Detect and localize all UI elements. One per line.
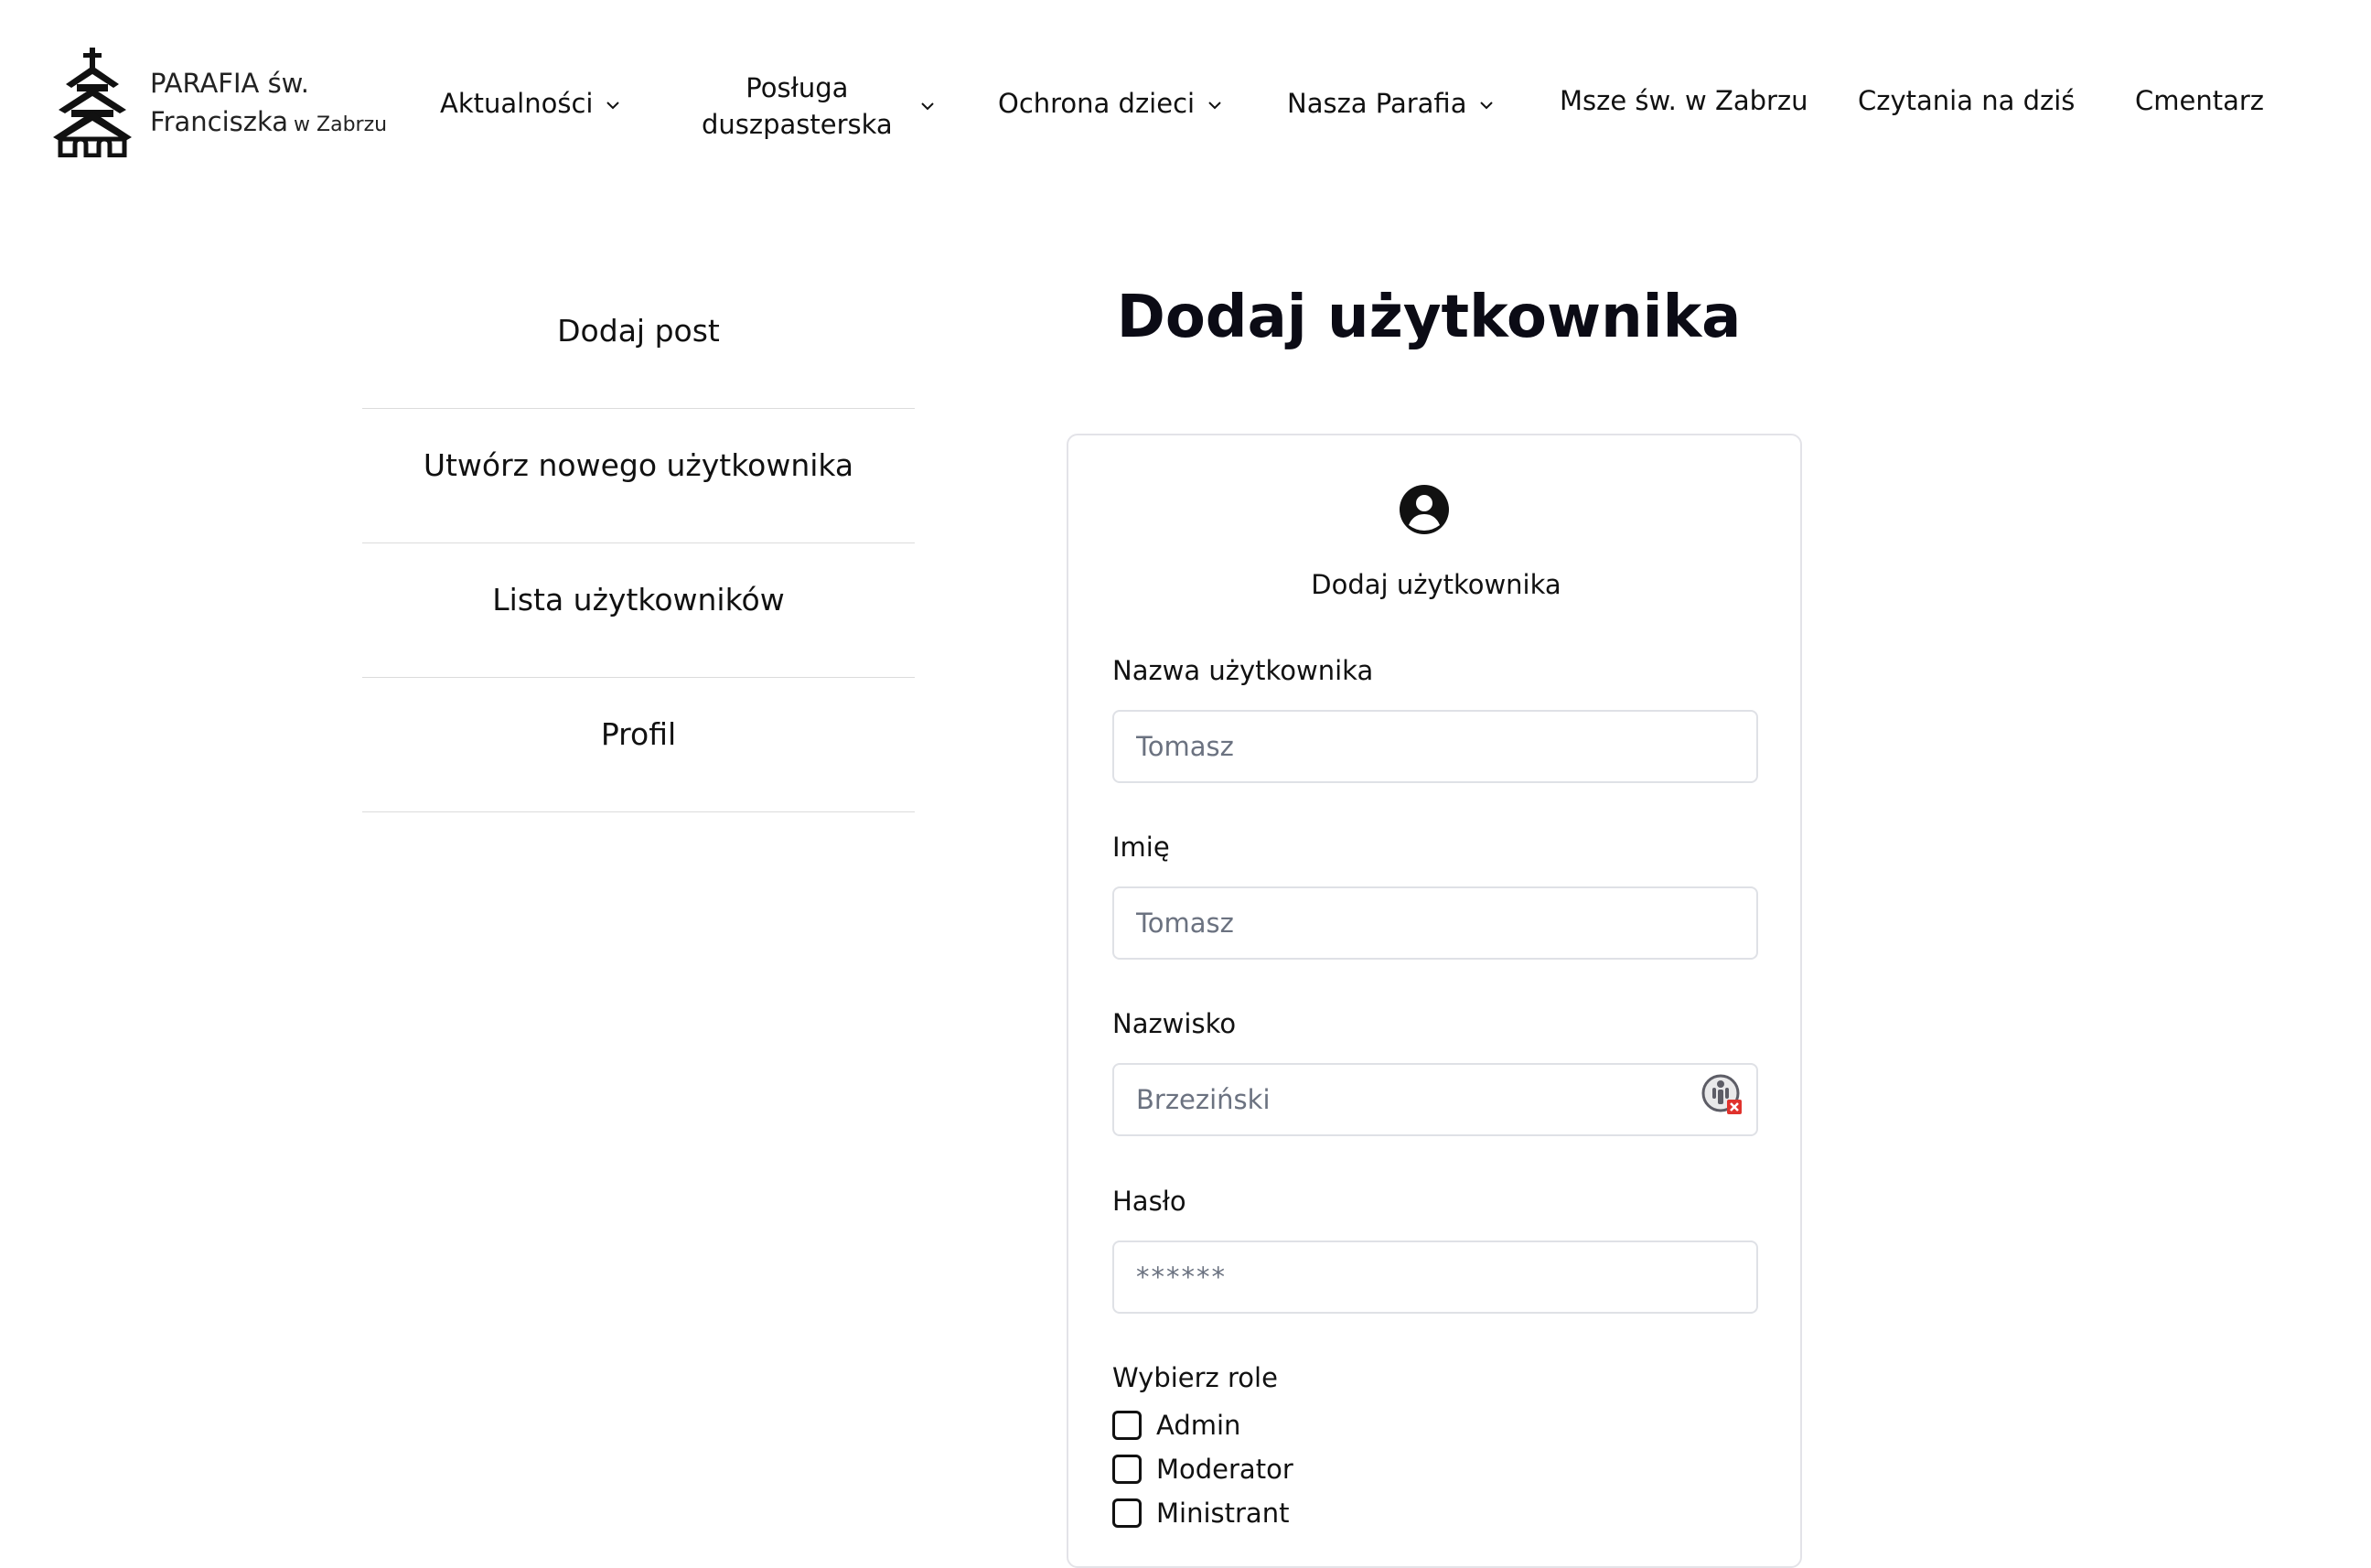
nav-posluga-line2: duszpasterska xyxy=(702,109,893,140)
ministrant-checkbox-label[interactable]: Ministrant xyxy=(1156,1498,1289,1529)
nav-aktualnosci[interactable]: Aktualności xyxy=(440,88,620,119)
username-label: Nazwa użytkownika xyxy=(1112,655,1374,686)
role-option-ministrant[interactable]: Ministrant xyxy=(1112,1495,1289,1531)
roles-label: Wybierz role xyxy=(1112,1362,1278,1393)
logo-text: PARAFIA św. Franciszka w Zabrzu xyxy=(150,64,387,145)
logo-line2-small: w Zabrzu xyxy=(294,113,388,136)
role-option-moderator[interactable]: Moderator xyxy=(1112,1451,1293,1487)
last-name-label: Nazwisko xyxy=(1112,1008,1237,1039)
card-title: Dodaj użytkownika xyxy=(1311,569,1561,600)
first-name-input[interactable] xyxy=(1112,886,1758,960)
add-user-form-card: Dodaj użytkownika Nazwa użytkownika Imię… xyxy=(1067,434,1802,1568)
nav-ochrona-dzieci-label: Ochrona dzieci xyxy=(998,88,1196,119)
chevron-down-icon xyxy=(606,102,620,110)
last-name-input[interactable] xyxy=(1112,1063,1758,1136)
admin-sidebar: Dodaj post Utwórz nowego użytkownika Lis… xyxy=(362,274,915,812)
admin-checkbox-label[interactable]: Admin xyxy=(1156,1410,1240,1441)
moderator-checkbox[interactable] xyxy=(1112,1455,1142,1484)
chevron-down-icon xyxy=(1480,102,1494,110)
user-circle-icon xyxy=(1400,485,1449,534)
site-logo[interactable]: PARAFIA św. Franciszka w Zabrzu xyxy=(51,48,390,166)
username-input[interactable] xyxy=(1112,710,1758,783)
nav-nasza-parafia-label: Nasza Parafia xyxy=(1287,88,1467,119)
nav-nasza-parafia[interactable]: Nasza Parafia xyxy=(1287,88,1494,119)
chevron-down-icon xyxy=(921,102,934,111)
nav-ochrona-dzieci[interactable]: Ochrona dzieci xyxy=(998,88,1222,119)
password-manager-icon[interactable] xyxy=(1700,1072,1745,1118)
logo-line2-main: Franciszka xyxy=(150,106,289,137)
nav-msze[interactable]: Msze św. w Zabrzu xyxy=(1560,85,1808,116)
sidebar-item-dodaj-post[interactable]: Dodaj post xyxy=(362,274,915,409)
nav-cmentarz-label: Cmentarz xyxy=(2135,85,2265,116)
moderator-checkbox-label[interactable]: Moderator xyxy=(1156,1454,1293,1485)
sidebar-item-profil[interactable]: Profil xyxy=(362,678,915,812)
nav-czytania-label: Czytania na dziś xyxy=(1858,85,2076,116)
logo-line2: Franciszka w Zabrzu xyxy=(150,102,387,145)
sidebar-item-utworz-uzytkownika[interactable]: Utwórz nowego użytkownika xyxy=(362,409,915,543)
logo-line1: PARAFIA św. xyxy=(150,68,309,99)
nav-aktualnosci-label: Aktualności xyxy=(440,88,594,119)
sidebar-item-lista-uzytkownikow[interactable]: Lista użytkowników xyxy=(362,543,915,678)
first-name-label: Imię xyxy=(1112,832,1170,863)
church-icon xyxy=(53,48,132,157)
nav-posluga[interactable]: Posługa duszpasterska xyxy=(702,70,935,143)
nav-cmentarz[interactable]: Cmentarz xyxy=(2135,85,2264,116)
chevron-down-icon xyxy=(1208,102,1221,110)
admin-checkbox[interactable] xyxy=(1112,1411,1142,1440)
nav-czytania[interactable]: Czytania na dziś xyxy=(1858,85,2075,116)
password-label: Hasło xyxy=(1112,1186,1186,1217)
nav-msze-label: Msze św. w Zabrzu xyxy=(1560,85,1808,116)
password-input[interactable] xyxy=(1112,1240,1758,1314)
role-option-admin[interactable]: Admin xyxy=(1112,1407,1240,1444)
site-header: PARAFIA św. Franciszka w Zabrzu Aktualnoś… xyxy=(0,0,2371,210)
ministrant-checkbox[interactable] xyxy=(1112,1498,1142,1528)
page-title: Dodaj użytkownika xyxy=(1116,284,1742,351)
nav-posluga-line1: Posługa xyxy=(746,72,849,103)
nav-posluga-label: Posługa duszpasterska xyxy=(702,70,893,143)
